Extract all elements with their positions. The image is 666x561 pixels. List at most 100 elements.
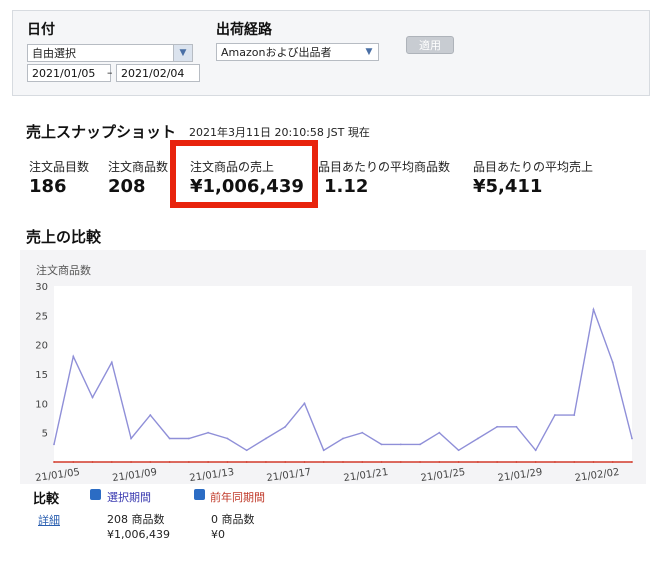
data-point [457, 449, 460, 452]
y-tick-label: 5 [42, 429, 48, 440]
data-point [342, 461, 344, 463]
channel-value: Amazonおよび出品者 [221, 46, 332, 59]
comparison-title: 売上の比較 [26, 228, 102, 246]
data-point [284, 461, 287, 463]
metric-value: 208 [108, 176, 146, 197]
data-point [361, 431, 364, 434]
metric-value: 186 [29, 176, 67, 197]
data-point [91, 461, 94, 463]
date-from-field[interactable]: 2021/01/05 [27, 64, 111, 82]
data-point [554, 414, 556, 416]
metric-value: ¥5,411 [473, 176, 543, 197]
data-point [611, 461, 614, 463]
data-point [419, 461, 421, 463]
data-point [130, 437, 132, 440]
data-point [438, 461, 441, 463]
data-point [573, 461, 576, 463]
data-point [476, 437, 479, 440]
data-point [399, 461, 402, 463]
detail-link[interactable]: 詳細 [38, 512, 60, 528]
date-to-field[interactable]: 2021/02/04 [116, 64, 200, 82]
data-point [554, 461, 556, 463]
data-point [303, 461, 306, 463]
data-point [187, 437, 190, 440]
data-point [168, 461, 171, 463]
data-point [284, 425, 287, 428]
data-point [380, 443, 383, 446]
data-point [207, 461, 210, 463]
metric-label: 注文商品数 [108, 160, 169, 174]
data-point [303, 402, 306, 405]
compare-label: 比較 [33, 492, 60, 507]
selected-sales: ¥1,006,439 [107, 528, 170, 541]
sales-comparison-chart: 注文商品数5101520253021/01/05 21/01/09 21/01/13… [20, 250, 646, 484]
data-point [245, 449, 248, 452]
data-point [496, 425, 499, 428]
plot-area [54, 286, 632, 462]
data-point [226, 461, 229, 463]
data-point [53, 443, 55, 446]
snapshot-title: 売上スナップショット [26, 123, 177, 141]
data-point [592, 308, 595, 311]
y-tick-label: 10 [35, 399, 48, 410]
date-mode-select[interactable]: 自由選択 ▼ [27, 44, 193, 62]
date-label: 日付 [27, 22, 55, 38]
data-point [457, 461, 460, 463]
metric-label: 品目あたりの平均売上 [473, 160, 594, 174]
metric-label: 注文品目数 [29, 160, 90, 174]
y-axis-label: 注文商品数 [36, 263, 91, 277]
data-point [342, 437, 344, 440]
data-point [149, 414, 152, 416]
channel-label: 出荷経路 [216, 22, 272, 38]
data-point [592, 461, 595, 463]
selected-period-checkbox[interactable] [90, 489, 101, 500]
y-tick-label: 25 [35, 311, 48, 322]
prior-period-checkbox[interactable] [194, 489, 205, 500]
data-point [611, 361, 614, 364]
selected-period-label: 選択期間 [107, 491, 151, 504]
data-point [168, 437, 171, 440]
y-tick-label: 30 [35, 282, 48, 293]
channel-select[interactable]: Amazonおよび出品者 ▼ [216, 43, 379, 61]
data-point [53, 461, 55, 463]
data-point [534, 449, 537, 452]
metric-label: 品目あたりの平均商品数 [318, 160, 451, 174]
data-point [91, 396, 94, 399]
data-point [515, 425, 518, 428]
data-point [110, 461, 113, 463]
data-point [380, 461, 383, 463]
y-tick-label: 15 [35, 370, 48, 381]
data-point [265, 461, 267, 463]
data-point [631, 461, 633, 463]
data-point [322, 461, 325, 463]
data-point [515, 461, 518, 463]
data-point [631, 437, 633, 440]
highlight-box [170, 140, 318, 208]
data-point [72, 461, 75, 463]
data-point [476, 461, 479, 463]
prior-sales: ¥0 [211, 528, 225, 541]
data-point [226, 437, 229, 440]
data-point [265, 437, 267, 440]
data-point [438, 431, 441, 434]
data-point [187, 461, 190, 463]
date-separator: – [107, 66, 113, 79]
y-tick-label: 20 [35, 341, 48, 352]
prior-units: 0 商品数 [211, 513, 255, 526]
data-point [361, 461, 364, 463]
date-mode-value: 自由選択 [32, 47, 76, 60]
data-point [110, 361, 113, 364]
data-point [207, 431, 210, 434]
data-point [322, 449, 325, 452]
data-point [534, 461, 537, 463]
chevron-down-icon[interactable]: ▼ [360, 44, 378, 60]
prior-period-label: 前年同期間 [210, 491, 265, 504]
apply-button[interactable]: 適用 [406, 36, 454, 54]
data-point [130, 461, 132, 463]
data-point [419, 443, 421, 446]
selected-units: 208 商品数 [107, 513, 165, 526]
data-point [573, 414, 576, 416]
chevron-down-icon[interactable]: ▼ [173, 45, 192, 61]
data-point [245, 461, 248, 463]
data-point [149, 461, 152, 463]
